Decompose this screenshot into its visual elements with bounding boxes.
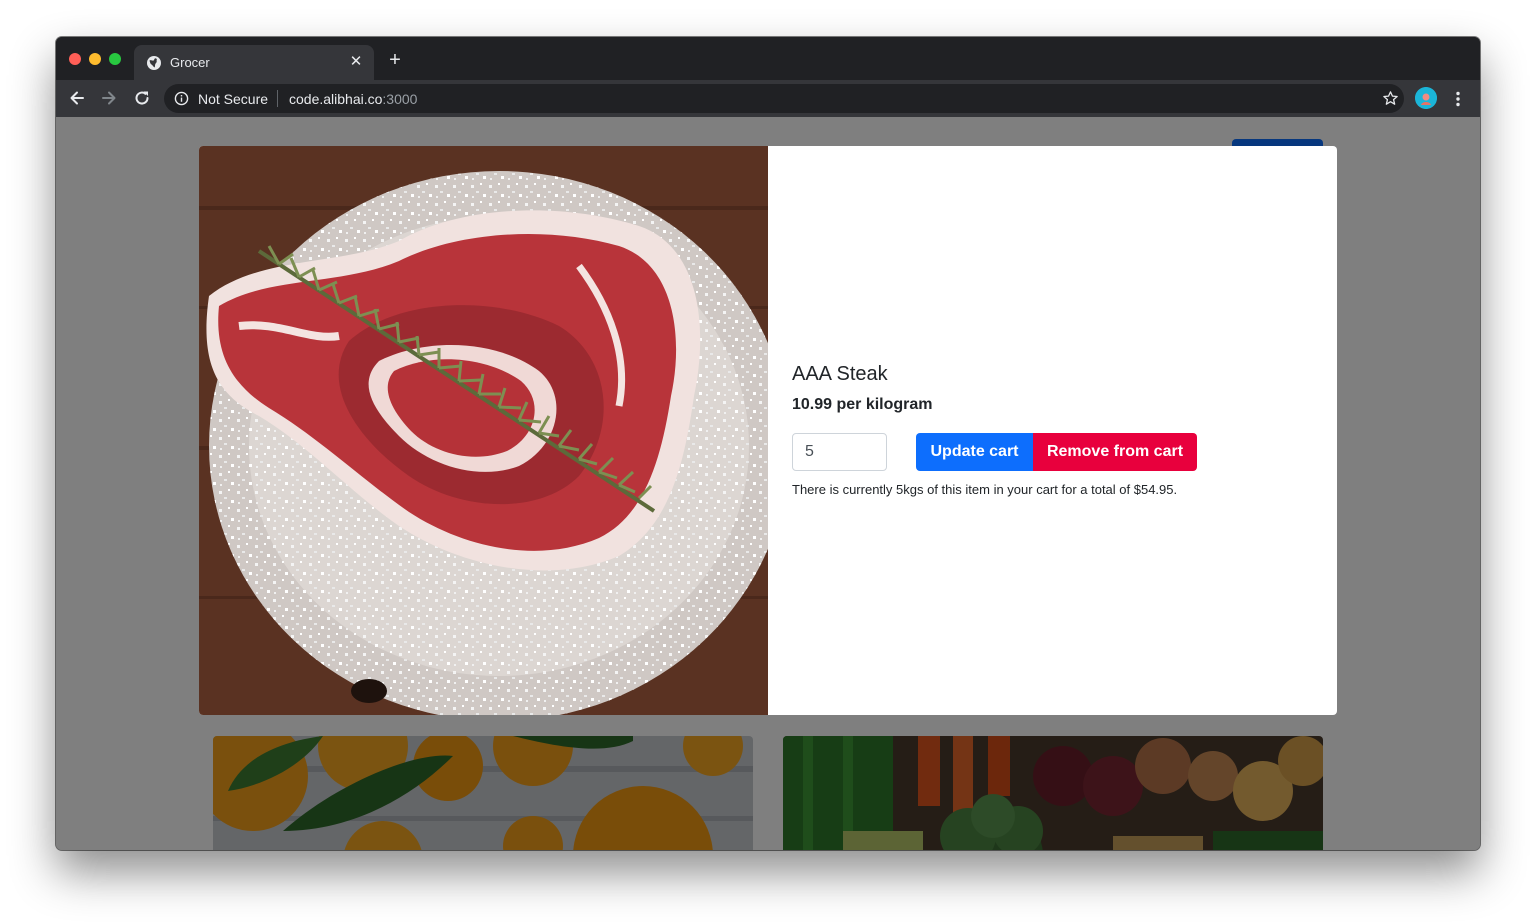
product-name: AAA Steak — [792, 363, 888, 385]
update-cart-button[interactable]: Update cart — [916, 433, 1033, 471]
page-viewport: AAA Steak 10.99 per kilogram Update cart… — [56, 117, 1480, 850]
url-port: :3000 — [382, 91, 418, 107]
back-arrow-icon[interactable] — [67, 88, 87, 108]
remove-from-cart-button[interactable]: Remove from cart — [1033, 433, 1197, 471]
security-label[interactable]: Not Secure — [198, 91, 268, 107]
url-text[interactable]: code.alibhai.co:3000 — [289, 91, 417, 107]
maximize-window-button[interactable] — [109, 53, 121, 65]
star-icon[interactable] — [1382, 90, 1399, 107]
close-icon[interactable]: ✕ — [348, 54, 364, 70]
quantity-input[interactable] — [792, 433, 887, 471]
modal-body: AAA Steak 10.99 per kilogram Update cart… — [792, 359, 1312, 499]
tab-title: Grocer — [170, 55, 210, 70]
omnibox-divider — [277, 90, 278, 107]
more-vert-icon[interactable] — [1448, 89, 1468, 109]
product-modal: AAA Steak 10.99 per kilogram Update cart… — [199, 146, 1337, 715]
reload-icon[interactable] — [132, 88, 152, 108]
browser-toolbar: Not Secure code.alibhai.co:3000 — [56, 80, 1480, 117]
cart-status-message: There is currently 5kgs of this item in … — [792, 482, 1178, 497]
minimize-window-button[interactable] — [89, 53, 101, 65]
tab-strip: Grocer ✕ + — [56, 37, 1480, 80]
avatar-graphic — [1415, 87, 1437, 109]
product-price: 10.99 per kilogram — [792, 396, 933, 413]
forward-arrow-icon[interactable] — [99, 88, 119, 108]
steak-image — [199, 146, 768, 715]
address-bar[interactable]: Not Secure code.alibhai.co:3000 — [164, 84, 1404, 113]
cart-controls: Update cart Remove from cart — [792, 433, 1312, 471]
info-icon[interactable] — [174, 91, 189, 106]
plus-icon[interactable]: + — [386, 50, 404, 70]
globe-icon — [147, 56, 161, 70]
tab-grocer[interactable]: Grocer ✕ — [134, 45, 374, 80]
close-window-button[interactable] — [69, 53, 81, 65]
browser-window: Grocer ✕ + Not Secure code.alibhai.co:30… — [56, 37, 1480, 850]
url-host: code.alibhai.co — [289, 91, 383, 107]
profile-avatar[interactable] — [1415, 87, 1437, 109]
